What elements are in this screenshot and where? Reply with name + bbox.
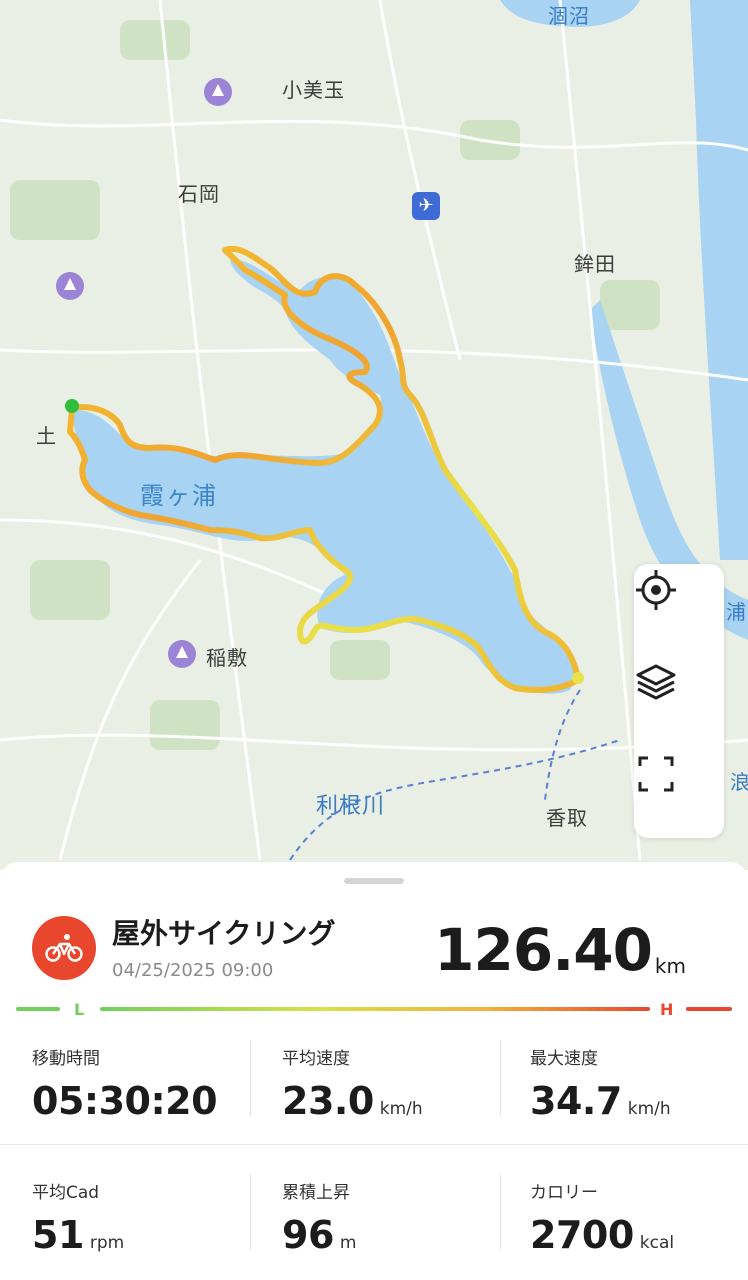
route-start-marker — [65, 399, 79, 413]
map-controls — [634, 564, 724, 838]
ocean — [690, 0, 748, 560]
stat-label: 累積上昇 — [282, 1183, 350, 1203]
stat-label: 最大速度 — [530, 1049, 598, 1069]
stat-avg-cadence: 平均Cad 51 rpm — [32, 1178, 124, 1257]
divider — [500, 1174, 501, 1250]
divider — [250, 1174, 251, 1250]
stat-elevation-gain: 累積上昇 96 m — [282, 1178, 356, 1257]
divider — [250, 1040, 251, 1116]
place-label-nami: 浪 — [730, 770, 748, 794]
legend-gradient — [100, 1007, 650, 1011]
bicycle-icon — [32, 916, 96, 980]
stat-unit: km/h — [627, 1099, 671, 1119]
park-icon[interactable] — [168, 640, 196, 668]
activity-date: 04/25/2025 09:00 — [112, 960, 274, 981]
divider — [0, 1144, 748, 1145]
park-icon[interactable] — [56, 272, 84, 300]
stat-label: カロリー — [530, 1183, 598, 1203]
airport-icon[interactable]: ✈ — [412, 192, 440, 220]
divider — [500, 1040, 501, 1116]
place-label-ishioka: 石岡 — [178, 182, 220, 206]
activity-summary-sheet: 屋外サイクリング 04/25/2025 09:00 126.40 km L H … — [0, 862, 748, 1280]
stat-value: 23.0 — [282, 1079, 374, 1123]
place-label-tsuchiura: 土 — [36, 424, 57, 448]
place-label-omitama: 小美玉 — [282, 78, 345, 102]
legend-low-line — [16, 1007, 60, 1011]
stat-value: 2700 — [530, 1213, 634, 1257]
fullscreen-icon[interactable] — [634, 752, 724, 832]
river-label: 利根川 — [316, 794, 386, 819]
activity-title: 屋外サイクリング — [112, 917, 336, 950]
stat-moving-time: 移動時間 05:30:20 — [32, 1044, 218, 1123]
lake-label: 霞ヶ浦 — [140, 482, 218, 510]
stat-calories: カロリー 2700 kcal — [530, 1178, 674, 1257]
distance-value: 126.40 — [434, 916, 653, 984]
place-label-hinuma: 涸沼 — [548, 4, 590, 28]
route-map[interactable]: 涸沼 小美玉 石岡 鉾田 土 稲敷 香取 浦 浪 霞ヶ浦 利根川 ✈ — [0, 0, 748, 870]
stat-value: 96 — [282, 1213, 334, 1257]
river-branch — [544, 689, 581, 801]
stat-unit: kcal — [639, 1233, 675, 1253]
stat-unit: m — [339, 1233, 357, 1253]
layers-icon[interactable] — [634, 660, 724, 740]
stat-avg-speed: 平均速度 23.0 km/h — [282, 1044, 423, 1123]
park-icon[interactable] — [204, 78, 232, 106]
legend-high-line — [686, 1007, 732, 1011]
stat-unit: rpm — [89, 1233, 125, 1253]
route-end-marker — [572, 672, 584, 684]
stat-unit: km/h — [379, 1099, 423, 1119]
stat-value: 34.7 — [530, 1079, 622, 1123]
stat-value: 51 — [32, 1213, 84, 1257]
stat-label: 平均Cad — [32, 1183, 100, 1203]
legend-high-label: H — [660, 1000, 674, 1019]
stat-label: 移動時間 — [32, 1049, 100, 1069]
legend-low-label: L — [74, 1000, 85, 1019]
place-label-inashiki: 稲敷 — [206, 646, 248, 670]
speed-legend: L H — [16, 1000, 732, 1022]
sheet-drag-handle[interactable] — [344, 878, 404, 884]
stat-max-speed: 最大速度 34.7 km/h — [530, 1044, 671, 1123]
distance-unit: km — [654, 954, 686, 978]
locate-icon[interactable] — [634, 568, 724, 648]
place-label-hokota: 鉾田 — [574, 252, 616, 276]
stat-label: 平均速度 — [282, 1049, 350, 1069]
place-label-katori: 香取 — [546, 806, 588, 830]
stat-value: 05:30:20 — [32, 1079, 218, 1123]
place-label-kitaura: 浦 — [726, 600, 747, 624]
